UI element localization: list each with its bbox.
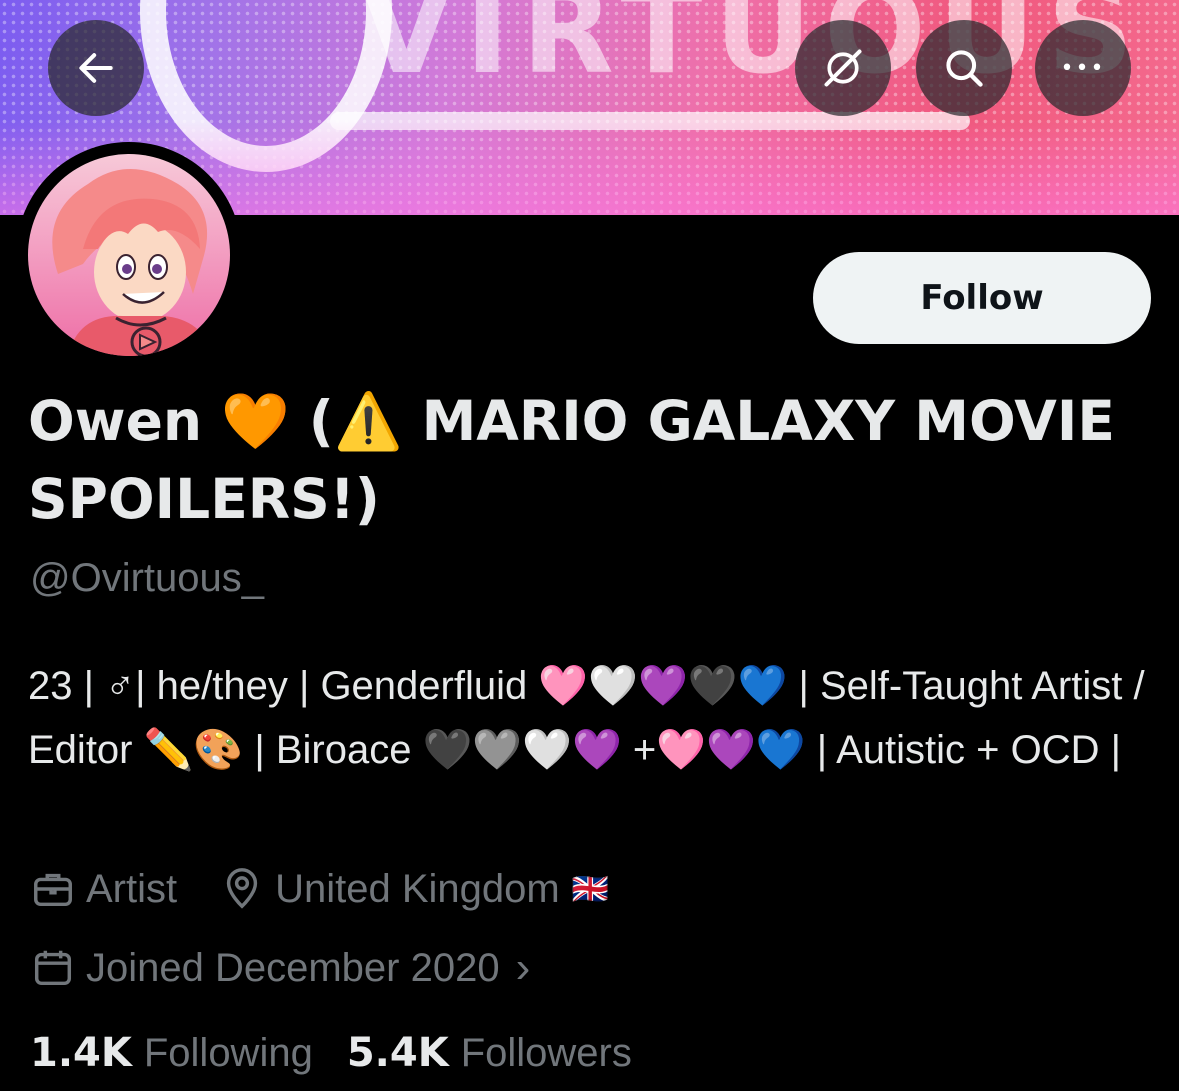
profile-bio: 23 | ♂| he/they | Genderfluid 🩷🤍💜🖤💙 | Se… (28, 664, 1145, 772)
uk-flag-icon: 🇬🇧 (571, 872, 610, 906)
avatar[interactable] (28, 154, 230, 356)
avatar-illustration (52, 169, 213, 356)
grok-button[interactable] (795, 20, 891, 116)
followers-count: 5.4K (346, 1030, 449, 1076)
follow-stats: 1.4K Following 5.4K Followers (30, 1030, 632, 1076)
display-name: Owen 🧡 (⚠️ MARIO GALAXY MOVIE SPOILERS!) (28, 389, 1115, 531)
joined-date-row[interactable]: Joined December 2020 › (30, 943, 530, 993)
more-button[interactable]: ••• (1035, 20, 1131, 116)
search-icon (946, 50, 983, 87)
location-pin-icon (226, 868, 258, 909)
joined-date: Joined December 2020 (86, 945, 500, 990)
following-count: 1.4K (30, 1030, 132, 1076)
followers-link[interactable]: 5.4K Followers (347, 1030, 632, 1076)
follow-button[interactable]: Follow (813, 252, 1151, 344)
briefcase-icon (34, 873, 72, 907)
location-label: United Kingdom (275, 866, 560, 911)
profession-label: Artist (86, 866, 178, 911)
chevron-right-icon: › (515, 943, 531, 992)
search-button[interactable] (916, 20, 1012, 116)
followers-label: Followers (460, 1030, 632, 1075)
profile-meta-row: Artist United Kingdom 🇬🇧 (30, 866, 609, 912)
calendar-icon (34, 950, 72, 986)
profession: Artist (30, 866, 177, 912)
following-link[interactable]: 1.4K Following (30, 1030, 313, 1076)
arrow-left-icon (79, 53, 113, 83)
grok-icon (824, 49, 862, 87)
username-handle: @Ovirtuous_ (30, 556, 265, 600)
more-icon: ••• (1060, 55, 1106, 81)
back-button[interactable] (48, 20, 144, 116)
location: United Kingdom 🇬🇧 (219, 866, 609, 912)
banner-text: VIRTUOUS (360, 0, 1146, 101)
following-label: Following (143, 1030, 313, 1075)
